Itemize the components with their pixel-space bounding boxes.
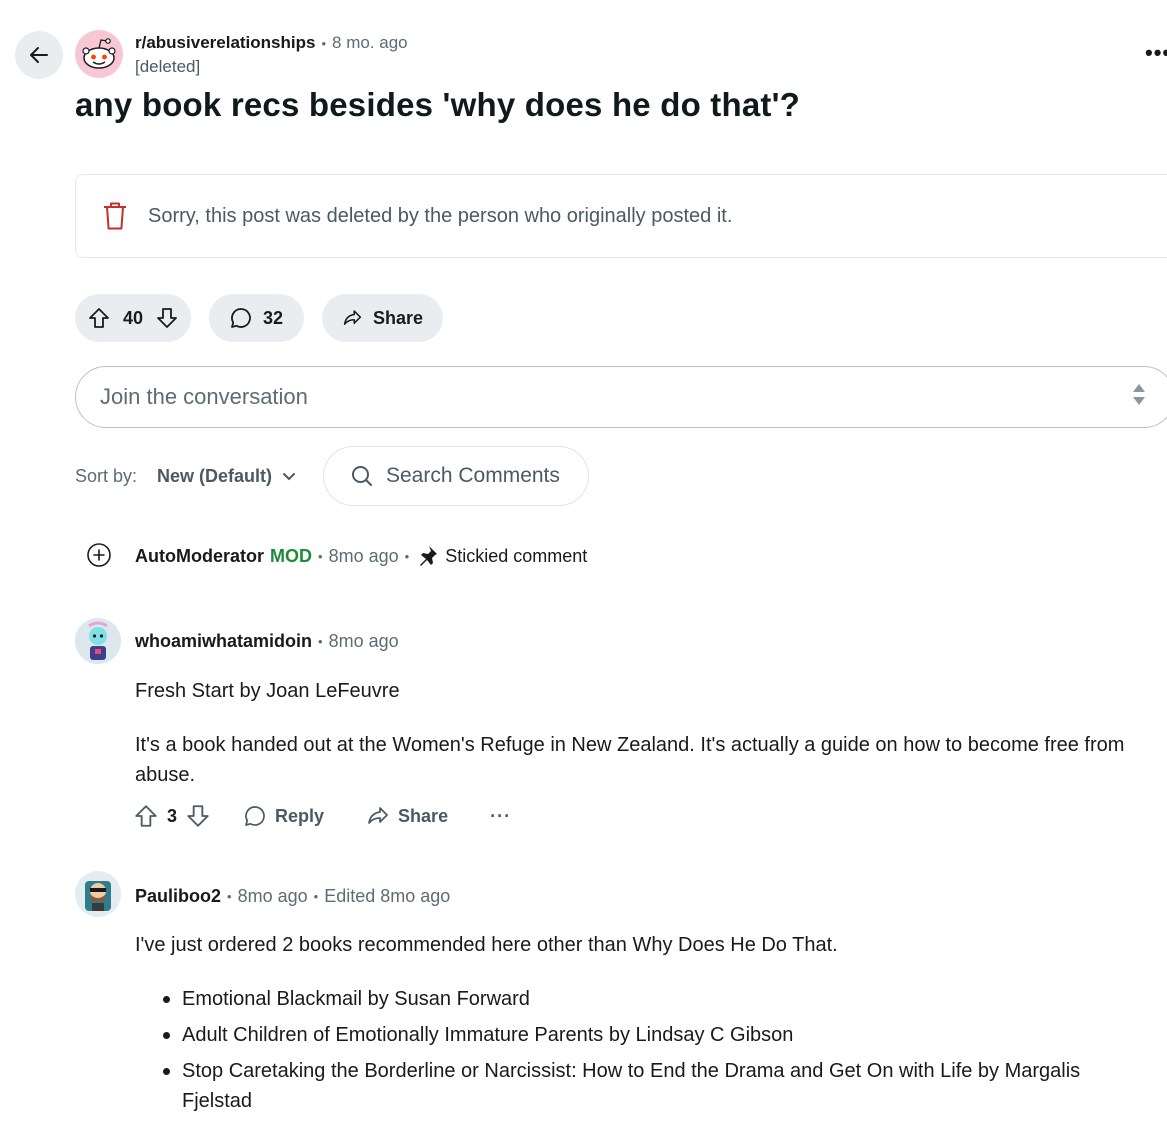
sort-dropdown[interactable]: New (Default) bbox=[157, 466, 296, 487]
subreddit-avatar[interactable] bbox=[75, 30, 123, 78]
avatar[interactable] bbox=[75, 871, 121, 917]
avatar[interactable] bbox=[75, 618, 121, 664]
subreddit-name[interactable]: r/abusiverelationships bbox=[135, 33, 315, 53]
post-share-label: Share bbox=[372, 307, 423, 328]
upvote-icon[interactable] bbox=[87, 306, 111, 330]
post-share-button[interactable]: Share bbox=[322, 294, 443, 342]
sort-label: Sort by: bbox=[75, 466, 138, 486]
back-button[interactable] bbox=[15, 31, 63, 79]
downvote-icon[interactable] bbox=[185, 803, 211, 829]
list-item: Emotional Blackmail by Susan Forward bbox=[160, 984, 1140, 1014]
post-vote-pill: 40 bbox=[75, 294, 191, 342]
comment-edited: Edited 8mo ago bbox=[324, 886, 451, 906]
separator-dot: • bbox=[313, 889, 319, 904]
post-meta: r/abusiverelationships • 8 mo. ago bbox=[135, 33, 408, 53]
arrow-left-icon bbox=[30, 47, 48, 63]
chevron-down-icon bbox=[283, 472, 296, 480]
composer-resize-stepper[interactable] bbox=[1132, 383, 1146, 406]
share-label: Share bbox=[398, 805, 449, 826]
share-arrow-icon bbox=[343, 310, 362, 325]
book-list: Emotional Blackmail by Susan Forward Adu… bbox=[160, 984, 1140, 1122]
expand-comment-button[interactable] bbox=[86, 542, 112, 573]
search-comments-placeholder: Search Comments bbox=[386, 464, 560, 487]
pin-icon bbox=[420, 546, 438, 566]
separator-dot: • bbox=[404, 548, 410, 564]
join-conversation-input[interactable]: Join the conversation bbox=[75, 366, 1167, 428]
list-item: Stop Caretaking the Borderline or Narcis… bbox=[160, 1056, 1140, 1116]
downvote-icon[interactable] bbox=[155, 306, 179, 330]
share-button[interactable]: Share bbox=[366, 804, 448, 828]
user-avatar-icon bbox=[75, 618, 121, 664]
comment-paragraph: I've just ordered 2 books recommended he… bbox=[135, 934, 838, 956]
post-comments-button[interactable]: 32 bbox=[209, 294, 304, 342]
post-vote-count: 40 bbox=[122, 307, 144, 328]
post-title: any book recs besides 'why does he do th… bbox=[75, 86, 801, 123]
trash-icon bbox=[104, 202, 126, 230]
caret-up-icon bbox=[1133, 384, 1145, 392]
separator-dot: • bbox=[321, 35, 327, 51]
separator-dot: • bbox=[318, 548, 323, 564]
deleted-notice-text: Sorry, this post was deleted by the pers… bbox=[148, 204, 733, 227]
reply-label: Reply bbox=[275, 805, 325, 826]
comment-paragraph: It's a book handed out at the Women's Re… bbox=[135, 734, 1125, 786]
post-comment-count: 32 bbox=[263, 307, 284, 328]
user-avatar-icon bbox=[75, 871, 121, 917]
deleted-notice: Sorry, this post was deleted by the pers… bbox=[75, 174, 1167, 258]
join-conversation-placeholder: Join the conversation bbox=[100, 384, 308, 409]
upvote-icon[interactable] bbox=[133, 803, 159, 829]
post-author: [deleted] bbox=[135, 57, 201, 76]
comment-time: 8mo ago bbox=[237, 886, 308, 906]
comment-more-button[interactable]: ··· bbox=[490, 806, 511, 827]
comment-header: whoamiwhatamidoin • 8mo ago bbox=[135, 631, 399, 652]
separator-dot: • bbox=[318, 634, 323, 649]
comment-time: 8mo ago bbox=[328, 631, 399, 651]
comment-vote-count: 3 bbox=[167, 805, 178, 826]
caret-down-icon bbox=[1133, 397, 1145, 405]
mod-comment-header: AutoModerator MOD • 8mo ago • Stickied c… bbox=[135, 544, 587, 568]
comment-paragraph: Fresh Start by Joan LeFeuvre bbox=[135, 680, 400, 702]
mod-comment-time: 8mo ago bbox=[328, 545, 399, 566]
post-time: 8 mo. ago bbox=[332, 33, 408, 52]
comment-bubble-icon bbox=[231, 308, 251, 328]
share-arrow-icon bbox=[368, 807, 388, 824]
comment-header: Pauliboo2 • 8mo ago • Edited 8mo ago bbox=[135, 886, 450, 907]
comment-user[interactable]: Pauliboo2 bbox=[135, 886, 221, 907]
plus-circle-icon bbox=[87, 543, 111, 567]
reddit-snoo-icon bbox=[82, 38, 116, 69]
mod-comment-user[interactable]: AutoModerator bbox=[135, 546, 264, 567]
list-item: Adult Children of Emotionally Immature P… bbox=[160, 1020, 1140, 1050]
comment-actions: 3 Reply Share ··· bbox=[133, 803, 511, 829]
comment-bubble-icon bbox=[245, 806, 265, 826]
separator-dot: • bbox=[227, 889, 232, 904]
reply-button[interactable]: Reply bbox=[243, 804, 324, 828]
mod-badge: MOD bbox=[270, 545, 312, 566]
search-icon bbox=[352, 466, 372, 486]
stickied-label: Stickied comment bbox=[445, 545, 588, 566]
comment-user[interactable]: whoamiwhatamidoin bbox=[135, 631, 312, 652]
search-comments-input[interactable]: Search Comments bbox=[323, 446, 589, 506]
post-more-button[interactable]: ••• bbox=[1145, 40, 1167, 66]
sort-value: New (Default) bbox=[157, 466, 273, 486]
